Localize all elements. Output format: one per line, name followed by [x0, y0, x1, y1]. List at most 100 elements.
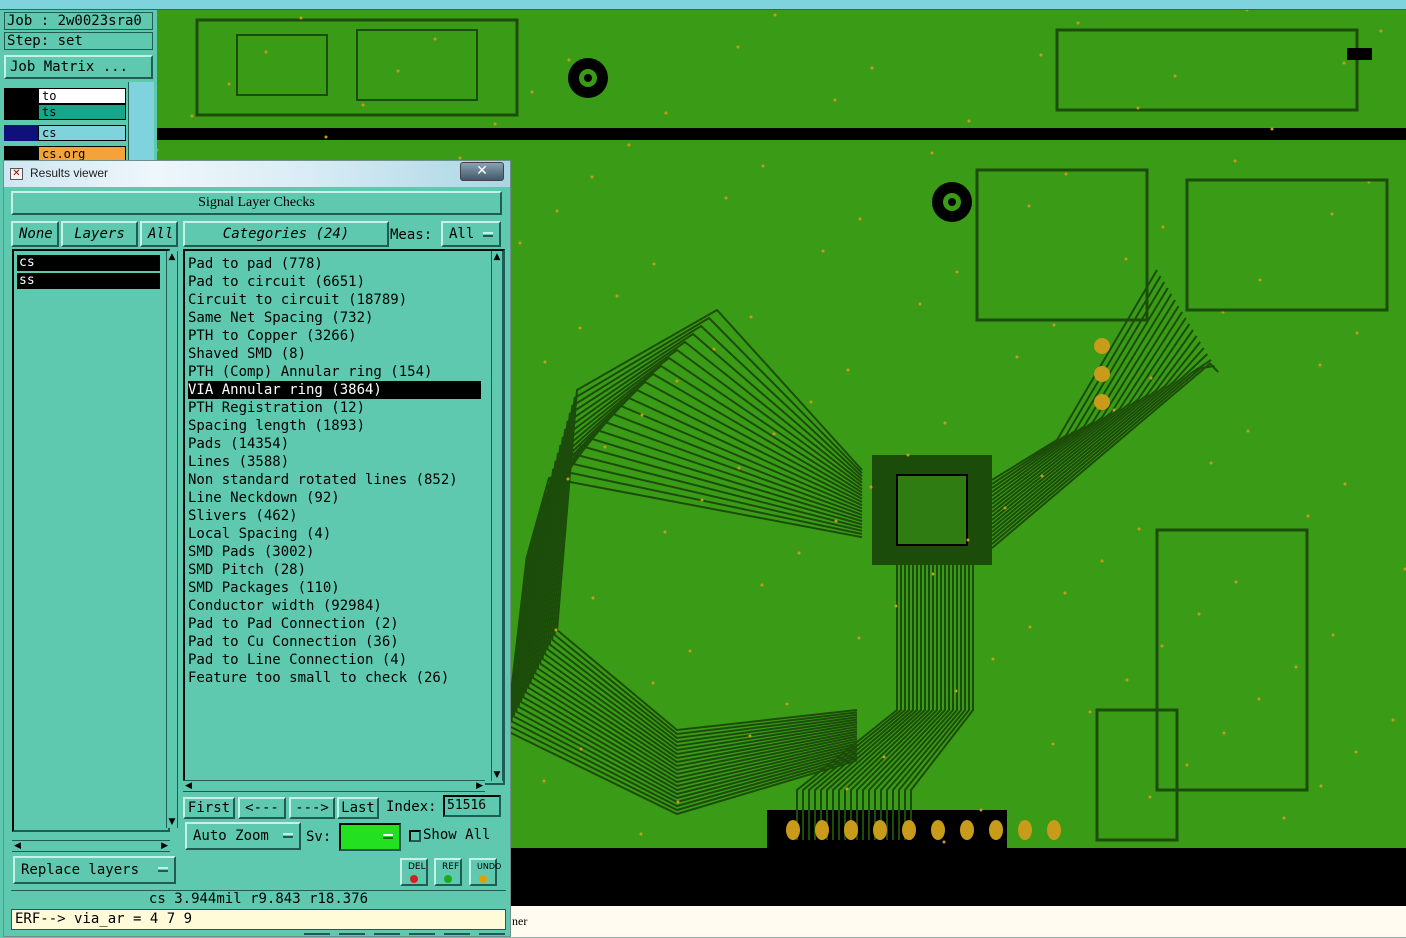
first-button[interactable]: First [183, 797, 235, 819]
none-button[interactable]: None [11, 221, 59, 247]
scroll-left-icon[interactable]: ◀ [14, 841, 21, 851]
category-item[interactable]: Same Net Spacing (732) [188, 309, 481, 327]
layer-swatch [4, 88, 38, 104]
scroll-left-icon[interactable]: ◀ [185, 781, 192, 791]
dropdown-indicator-icon [283, 833, 293, 838]
step-name: Step: set [4, 32, 153, 50]
category-item[interactable]: VIA Annular ring (3864) [188, 381, 481, 399]
results-viewer-window: ✕ Results viewer ✕ Signal Layer Checks N… [3, 160, 511, 937]
dropdown-indicator-icon [383, 834, 393, 839]
layer-row-ts[interactable]: ts [4, 104, 128, 120]
category-item[interactable]: Conductor width (92984) [188, 597, 481, 615]
delete-button[interactable]: DEL [400, 858, 428, 886]
category-item[interactable]: Pad to circuit (6651) [188, 273, 481, 291]
app-icon: ✕ [10, 168, 23, 180]
results-viewer-titlebar[interactable]: ✕ Results viewer ✕ [4, 161, 510, 187]
categories-list[interactable]: ▲ ▼ Pad to pad (778)Pad to circuit (6651… [183, 249, 505, 785]
reference-label: REF [442, 862, 459, 872]
auto-zoom-dropdown[interactable]: Auto Zoom [185, 822, 301, 850]
job-matrix-button[interactable]: Job Matrix ... [4, 55, 153, 79]
undo-label: UNDO [477, 862, 501, 871]
category-item[interactable]: Pad to pad (778) [188, 255, 481, 273]
layer-row-to[interactable]: to [4, 88, 128, 104]
reference-button[interactable]: REF [434, 858, 462, 886]
layer-list-strip [128, 82, 154, 162]
replace-layers-label: Replace layers [21, 862, 139, 878]
index-label: Index: [386, 799, 437, 815]
job-name: Job : 2w0023sra0 [4, 12, 153, 30]
sv-color-dropdown[interactable] [339, 823, 401, 851]
category-item[interactable]: Pad to Pad Connection (2) [188, 615, 481, 633]
layer-name: to [38, 88, 126, 104]
category-item[interactable]: PTH Registration (12) [188, 399, 481, 417]
erf-command-line[interactable]: ERF--> via_ar = 4 7 9 [11, 909, 506, 930]
show-all-checkbox[interactable] [409, 830, 421, 842]
category-item[interactable]: SMD Packages (110) [188, 579, 481, 597]
sv-label: Sv: [306, 829, 331, 845]
category-item[interactable]: Shaved SMD (8) [188, 345, 481, 363]
measure-status-bar: cs 3.944mil r9.843 r18.376 [11, 890, 506, 908]
categories-vscrollbar[interactable]: ▲ ▼ [491, 251, 503, 781]
categories-button[interactable]: Categories (24) [183, 221, 389, 247]
auto-zoom-label: Auto Zoom [193, 828, 269, 844]
replace-layers-dropdown[interactable]: Replace layers [13, 856, 176, 884]
all-button[interactable]: All [140, 221, 178, 247]
scroll-up-icon[interactable]: ▲ [492, 251, 502, 263]
category-item[interactable]: Lines (3588) [188, 453, 481, 471]
category-item[interactable]: PTH (Comp) Annular ring (154) [188, 363, 481, 381]
next-button[interactable]: ---> [289, 797, 335, 819]
layers-button[interactable]: Layers [61, 221, 138, 247]
layer-list: to ts cs cs.org [4, 88, 128, 170]
category-item[interactable]: Local Spacing (4) [188, 525, 481, 543]
scroll-right-icon[interactable]: ▶ [161, 841, 168, 851]
meas-dropdown[interactable]: All [441, 221, 501, 247]
category-item[interactable]: Pad to Line Connection (4) [188, 651, 481, 669]
close-icon[interactable]: ✕ [460, 162, 504, 181]
job-info-column: Job : 2w0023sra0 Step: set Job Matrix ..… [0, 10, 157, 160]
categories-hscrollbar[interactable]: ◀ ▶ [183, 780, 485, 792]
panel-title: Signal Layer Checks [11, 191, 502, 215]
layer-swatch [4, 104, 38, 120]
layer-swatch [4, 125, 38, 141]
category-item[interactable]: SMD Pitch (28) [188, 561, 481, 579]
category-item[interactable]: SMD Pads (3002) [188, 543, 481, 561]
category-item[interactable]: PTH to Copper (3266) [188, 327, 481, 345]
window-title: Results viewer [30, 166, 108, 180]
scroll-down-icon[interactable]: ▼ [492, 769, 502, 781]
list-item[interactable]: ss [17, 273, 160, 289]
category-item[interactable]: Circuit to circuit (18789) [188, 291, 481, 309]
category-item[interactable]: Non standard rotated lines (852) [188, 471, 481, 489]
meas-value: All [449, 226, 474, 242]
category-item[interactable]: Spacing length (1893) [188, 417, 481, 435]
last-button[interactable]: Last [337, 797, 379, 819]
undo-button[interactable]: UNDO [469, 858, 497, 886]
reference-icon [444, 875, 452, 883]
dropdown-indicator-icon [483, 232, 493, 237]
scroll-up-icon[interactable]: ▲ [167, 251, 177, 263]
scroll-down-icon[interactable]: ▼ [167, 816, 177, 828]
category-item[interactable]: Pad to Cu Connection (36) [188, 633, 481, 651]
category-item[interactable]: Pads (14354) [188, 435, 481, 453]
index-input[interactable]: 51516 [443, 795, 501, 817]
delete-label: DEL [408, 862, 426, 872]
category-item[interactable]: Slivers (462) [188, 507, 481, 525]
undo-icon [479, 875, 487, 883]
list-item[interactable]: cs [17, 255, 160, 271]
result-layers-list[interactable]: cs ss ▲ ▼ [12, 249, 170, 832]
bottom-message-text: ner [512, 914, 527, 929]
meas-label: Meas: [390, 227, 432, 243]
show-all-label: Show All [423, 827, 490, 843]
layers-vscrollbar[interactable]: ▲ ▼ [166, 251, 178, 828]
layer-name: cs [38, 125, 126, 141]
layer-row-cs[interactable]: cs [4, 125, 128, 141]
delete-icon [410, 875, 418, 883]
layer-name: ts [38, 104, 126, 120]
scroll-right-icon[interactable]: ▶ [476, 781, 483, 791]
bottom-message-bar: ner [511, 906, 1406, 937]
layers-hscrollbar[interactable]: ◀ ▶ [12, 840, 170, 852]
category-item[interactable]: Line Neckdown (92) [188, 489, 481, 507]
dropdown-indicator-icon [158, 867, 168, 872]
category-item[interactable]: Feature too small to check (26) [188, 669, 481, 687]
top-strip [0, 0, 1406, 10]
prev-button[interactable]: <--- [238, 797, 286, 819]
